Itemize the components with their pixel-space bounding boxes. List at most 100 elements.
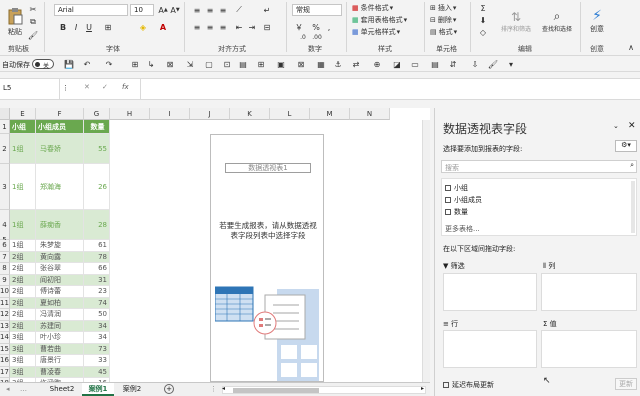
merge-center-icon[interactable]: ⊟ [262,22,272,32]
format-button[interactable]: ▤ 格式 ▾ [430,26,457,37]
qat-icon-5[interactable]: ▢ [204,59,214,69]
table-cell[interactable]: 2组 [10,251,36,263]
field-item-member[interactable]: 小组成员 [445,195,482,205]
columns-drop-area[interactable] [541,273,637,311]
qat-icon-1[interactable]: ⊞ [130,59,140,69]
qat-icon-8[interactable]: ⊞ [256,59,266,69]
table-cell[interactable]: 31 [84,274,110,286]
decrease-decimal-icon[interactable]: .00 [312,32,322,42]
enter-icon[interactable]: ✓ [102,83,108,91]
filter-drop-area[interactable] [443,273,537,311]
table-cell[interactable]: 3组 [10,366,36,378]
decrease-font-icon[interactable]: A ▼ [170,5,180,15]
tabs-split-icon[interactable]: ⋮ [210,385,217,393]
tab-sheet2[interactable]: Sheet2 [44,383,80,396]
column-header-f[interactable]: F [36,108,84,120]
accounting-icon[interactable]: ￥ [294,22,304,32]
table-cell[interactable]: 数量 [84,120,110,134]
field-list-scrollbar[interactable] [631,181,635,233]
autosave-toggle[interactable]: 关 [32,59,54,70]
font-size-combo[interactable]: 10 [130,4,154,16]
column-header-h[interactable]: H [110,108,150,120]
table-cell[interactable]: 郑瀚海 [36,164,84,210]
table-cell[interactable]: 张谷翠 [36,263,84,275]
format-painter-icon[interactable]: 🖌 [28,30,38,40]
table-cell[interactable]: 78 [84,251,110,263]
cell-styles-button[interactable]: ▦ 单元格样式 ▾ [352,26,400,37]
cancel-icon[interactable]: ✕ [84,83,90,91]
qat-icon-9[interactable]: ▣ [276,59,286,69]
table-cell[interactable]: 1组 [10,240,36,252]
redo-icon[interactable]: ↷ [104,59,114,69]
underline-button[interactable]: U [84,22,94,32]
pane-close-icon[interactable]: ✕ [628,121,636,131]
qat-icon-19[interactable]: ⇩ [470,59,480,69]
qat-icon-14[interactable]: ⊕ [372,59,382,69]
table-cell[interactable]: 1组 [10,134,36,164]
table-cell[interactable]: 23 [84,286,110,298]
field-search-input[interactable]: 搜索 ⌕ [441,160,637,173]
table-cell[interactable]: 50 [84,309,110,321]
update-button[interactable]: 更新 [615,378,637,390]
table-cell[interactable]: 34 [84,320,110,332]
number-format-combo[interactable]: 常规 [292,4,342,16]
qat-icon-3[interactable]: ⊠ [165,59,175,69]
table-cell[interactable]: 34 [84,332,110,344]
paste-button[interactable]: 粘贴 [4,4,26,40]
row-header-1[interactable]: 1 [0,120,10,134]
qat-icon-11[interactable]: ▦ [316,59,326,69]
qat-more-icon[interactable]: ▾ [506,59,516,69]
table-cell[interactable]: 3组 [10,355,36,367]
align-left-icon[interactable]: ≡ [192,22,202,32]
table-cell[interactable]: 28 [84,210,110,240]
table-cell[interactable]: 61 [84,240,110,252]
table-cell[interactable]: 夏如柏 [36,297,84,309]
table-cell[interactable]: 3组 [10,332,36,344]
sort-filter-button[interactable]: ⇅ 排序和筛选 [496,3,536,39]
qat-icon-17[interactable]: ▤ [430,59,440,69]
wrap-text-icon[interactable]: ↵ [262,5,272,15]
column-header-e[interactable]: E [10,108,36,120]
table-cell[interactable]: 1组 [10,164,36,210]
qat-icon-6[interactable]: ⊡ [222,59,232,69]
align-top-icon[interactable]: ≡ [192,5,202,15]
row-header-13[interactable]: 13 [0,320,10,332]
field-item-qty[interactable]: 数量 [445,207,468,217]
comma-icon[interactable]: , [324,22,334,32]
rows-drop-area[interactable] [443,330,537,368]
column-header-j[interactable]: J [190,108,230,120]
table-cell[interactable]: 1组 [10,210,36,240]
column-header-n[interactable]: N [350,108,390,120]
pane-collapse-icon[interactable]: ⌄ [613,122,619,130]
table-cell[interactable]: 2组 [10,297,36,309]
table-cell[interactable]: 曹凌春 [36,366,84,378]
copy-icon[interactable]: ⧉ [28,17,38,27]
qat-icon-7[interactable]: ▤ [238,59,248,69]
create-button[interactable]: ⚡ 创意 [586,2,608,40]
table-cell[interactable]: 2组 [10,309,36,321]
tab-scroll-more-icon[interactable]: … [20,385,27,393]
column-header-k[interactable]: K [230,108,270,120]
table-cell[interactable]: 黄向露 [36,251,84,263]
add-sheet-icon[interactable]: + [164,384,174,394]
table-cell[interactable]: 33 [84,355,110,367]
table-cell[interactable]: 2组 [10,320,36,332]
pane-settings-button[interactable]: ⚙▾ [615,140,637,152]
qat-icon-2[interactable]: ↳ [146,59,156,69]
undo-icon[interactable]: ↶ [82,59,92,69]
align-center-icon[interactable]: ≡ [205,22,215,32]
cut-icon[interactable]: ✂ [28,4,38,14]
row-header-11[interactable]: 11 [0,297,10,309]
row-header-12[interactable]: 12 [0,309,10,321]
align-right-icon[interactable]: ≡ [218,22,228,32]
fill-color-icon[interactable]: ◈ [138,22,148,32]
conditional-format-button[interactable]: ▦ 条件格式 ▾ [352,2,393,13]
find-select-button[interactable]: ⌕ 查找和选择 [536,3,578,39]
qat-icon-12[interactable]: ⚓ [333,59,343,69]
table-cell[interactable]: 3组 [10,343,36,355]
fill-icon[interactable]: ⬇ [478,15,488,25]
orientation-icon[interactable]: ⟋ [234,5,244,15]
table-cell[interactable]: 55 [84,134,110,164]
table-cell[interactable]: 2组 [10,286,36,298]
table-cell[interactable]: 2组 [10,263,36,275]
